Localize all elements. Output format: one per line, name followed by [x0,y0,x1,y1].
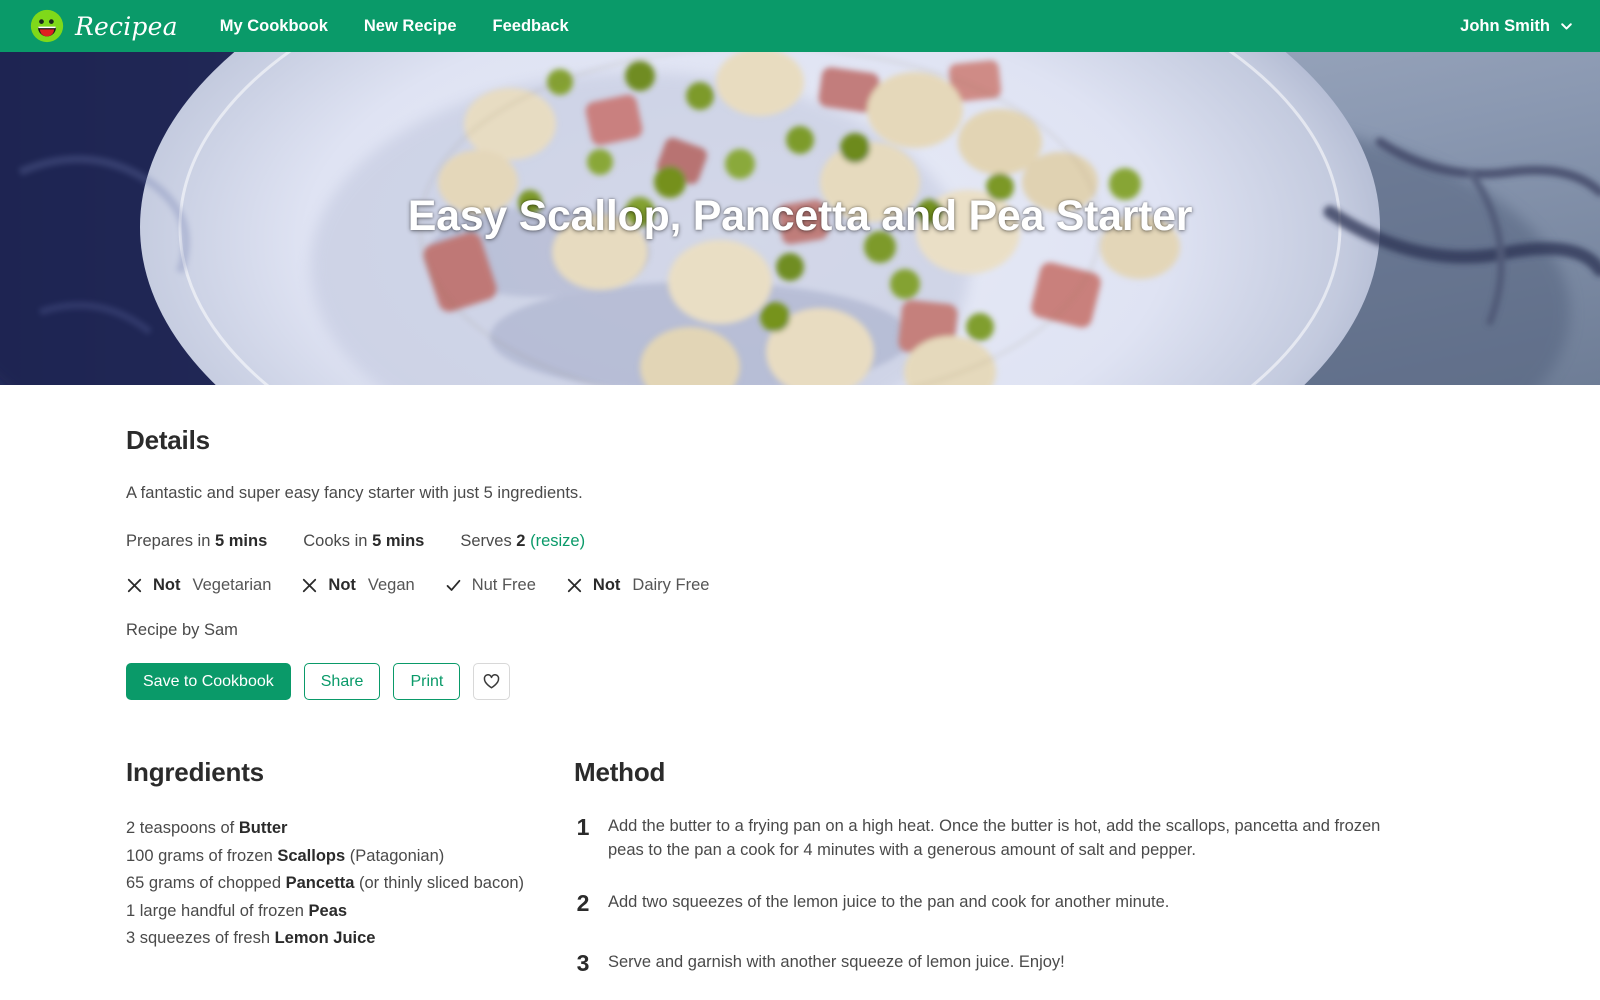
brand-logo-link[interactable]: Recipea [28,7,178,45]
ingredients-heading: Ingredients [126,757,264,787]
page-title: Easy Scallop, Pancetta and Pea Starter [407,192,1193,240]
step-text: Add two squeezes of the lemon juice to t… [608,893,1170,911]
serves-value: 2 [516,532,526,550]
diet-label-dairy-free: Dairy Free [632,576,710,594]
step-number: 2 [576,890,590,916]
x-icon [127,578,142,593]
serves-label: Serves [460,532,512,550]
nav-link-new-recipe[interactable]: New Recipe [364,17,457,36]
ingredient-pre: 1 large handful of frozen [126,901,309,920]
cooks-in: Cooks in 5 mins [303,532,424,551]
chevron-down-icon [1561,22,1572,30]
prepares-in: Prepares in 5 mins [126,532,267,551]
diet-label-vegan: Vegan [367,576,415,594]
nav-links: My Cookbook New Recipe Feedback [220,17,569,36]
step-number: 3 [576,949,590,976]
list-item: 3 squeezes of fresh Lemon Juice [126,925,574,953]
step-text: Serve and garnish with another squeeze o… [608,952,1065,971]
cooks-value: 5 mins [372,532,425,550]
hero-banner: Easy Scallop, Pancetta and Pea Starter [0,52,1600,385]
diet-prefix-vegetarian: Not [153,576,181,594]
user-menu[interactable]: John Smith [1460,17,1574,36]
diet-label-vegetarian: Vegetarian [192,576,272,594]
diet-prefix-dairy-free: Not [592,576,621,594]
ingredient-pre: 65 grams of chopped [126,874,286,892]
prepares-value: 5 mins [214,532,268,550]
serves: Serves 2 (resize) [460,532,585,551]
ingredient-pre: 2 teaspoons of [126,819,239,837]
diet-flag-vegetarian: Not Vegetarian [126,576,271,595]
recipe-columns: Ingredients 2 teaspoons of Butter 100 gr… [126,757,1474,1000]
check-icon [446,579,461,591]
print-button[interactable]: Print [393,663,461,700]
diet-label-nut-free: Nut Free [471,576,536,594]
diet-flag-dairy-free: Not Dairy Free [566,576,710,595]
list-item: 1 large handful of frozen Peas [126,898,574,926]
method-heading: Method [574,757,666,787]
list-item: 2 teaspoons of Butter [126,815,574,843]
prepares-label: Prepares in [126,532,211,550]
list-item: 65 grams of chopped Pancetta (or thinly … [126,870,574,898]
x-icon [303,578,317,593]
list-item: 100 grams of frozen Scallops (Patagonian… [126,843,574,871]
ingredient-pre: 3 squeezes of fresh [126,929,275,947]
details-heading: Details [126,425,210,455]
method-steps-list: 1 Add the butter to a frying pan on a hi… [574,810,1474,981]
action-button-row: Save to Cookbook Share Print [126,663,1474,700]
ingredient-post: (Patagonian) [345,846,445,865]
nav-link-my-cookbook[interactable]: My Cookbook [220,17,328,36]
step-text: Add the butter to a frying pan on a high… [608,817,1381,859]
brand-name: Recipea [75,11,178,41]
resize-link[interactable]: (resize) [530,532,585,550]
list-item: 3 Serve and garnish with another squeeze… [574,946,1474,982]
diet-flag-vegan: Not Vegan [301,576,415,595]
ingredient-pre: 100 grams of frozen [126,846,278,865]
ingredient-post: (or thinly sliced bacon) [354,874,525,892]
list-item: 1 Add the butter to a frying pan on a hi… [574,810,1474,862]
ingredients-column: Ingredients 2 teaspoons of Butter 100 gr… [126,757,574,1000]
x-icon [567,578,582,593]
ingredient-name: Scallops [277,846,346,865]
cooks-label: Cooks in [303,532,368,550]
ingredient-name: Peas [308,901,348,920]
smiley-face-logo-icon [30,9,64,43]
heart-icon [484,674,500,689]
recipe-description: A fantastic and super easy fancy starter… [126,484,583,502]
dietary-flags-row: Not Vegetarian Not Vegan Nut Free Not Da… [126,576,1474,595]
diet-flag-nut-free: Nut Free [445,576,536,595]
ingredients-list: 2 teaspoons of Butter 100 grams of froze… [126,815,574,953]
main-content: Details A fantastic and super easy fancy… [0,425,1600,1000]
list-item: 2 Add two squeezes of the lemon juice to… [574,886,1474,922]
favorite-button[interactable] [473,663,511,700]
method-column: Method 1 Add the butter to a frying pan … [574,757,1474,1000]
save-to-cookbook-button[interactable]: Save to Cookbook [126,663,291,700]
ingredient-name: Butter [238,819,288,837]
ingredient-name: Lemon Juice [274,929,376,947]
share-button[interactable]: Share [303,663,381,700]
ingredient-name: Pancetta [285,874,355,892]
top-navbar: Recipea My Cookbook New Recipe Feedback … [0,0,1600,52]
nav-link-feedback[interactable]: Feedback [493,17,569,36]
step-number: 1 [576,814,590,840]
recipe-byline: Recipe by Sam [126,621,238,639]
user-menu-label: John Smith [1460,16,1550,35]
recipe-meta-row: Prepares in 5 mins Cooks in 5 mins Serve… [126,532,1474,551]
diet-prefix-vegan: Not [328,576,356,594]
